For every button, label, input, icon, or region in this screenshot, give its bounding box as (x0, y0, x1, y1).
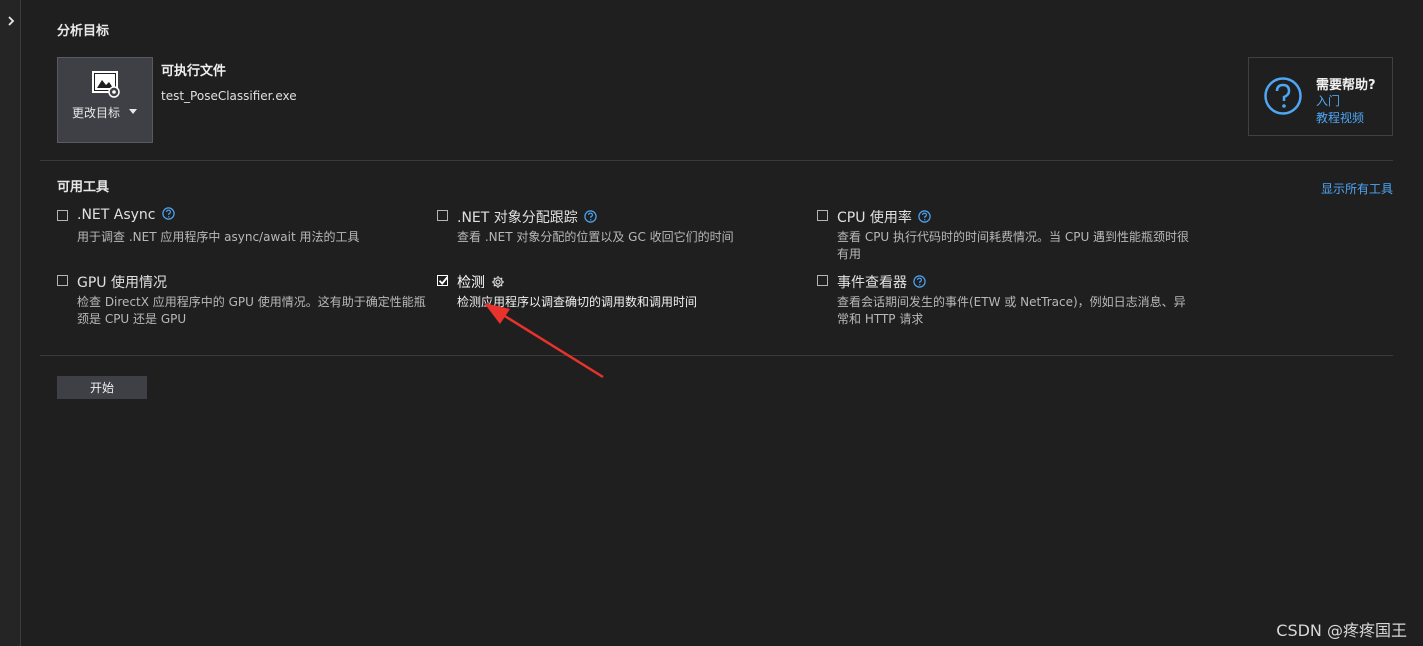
dotnet-object-allocation-checkbox[interactable] (437, 210, 448, 221)
start-button[interactable]: 开始 (57, 376, 147, 399)
help-panel: 需要帮助? 入门 教程视频 (1248, 57, 1393, 136)
left-rail (0, 0, 21, 646)
caret-down-icon (129, 109, 137, 114)
event-viewer-checkbox[interactable] (817, 275, 828, 286)
tool-description: 用于调查 .NET 应用程序中 async/await 用法的工具 (77, 230, 360, 244)
getting-started-link[interactable]: 入门 (1316, 92, 1340, 109)
divider (40, 355, 1393, 356)
tool-description: 查看会话期间发生的事件(ETW 或 NetTrace)，例如日志消息、异常和 H… (837, 295, 1186, 326)
tool-description: 检测应用程序以调查确切的调用数和调用时间 (457, 295, 698, 309)
tool-description: 查看 CPU 执行代码时的时间耗费情况。当 CPU 遇到性能瓶颈时很有用 (837, 230, 1190, 261)
tool-name[interactable]: 检测 (457, 272, 505, 292)
show-all-tools-link[interactable]: 显示所有工具 (1321, 180, 1393, 197)
tool-name[interactable]: 事件查看器 (837, 272, 926, 292)
change-target-label: 更改目标 (72, 106, 121, 120)
change-target-button[interactable]: 更改目标 (57, 57, 153, 143)
tool-description: 查看 .NET 对象分配的位置以及 GC 收回它们的时间 (457, 230, 734, 244)
tool-name-text: .NET Async (77, 207, 156, 223)
checkmark-icon (438, 276, 449, 285)
dotnet-async-checkbox[interactable] (57, 210, 68, 221)
help-icon[interactable] (913, 275, 926, 288)
help-icon[interactable] (918, 210, 931, 223)
chevron-right-icon[interactable] (6, 14, 16, 28)
divider (40, 160, 1393, 161)
tool-name-text: GPU 使用情况 (77, 275, 167, 291)
tool-name[interactable]: CPU 使用率 (837, 207, 931, 227)
tool-name[interactable]: GPU 使用情况 (77, 272, 167, 292)
watermark: CSDN @疼疼国王 (1276, 621, 1407, 640)
tool-name-text: 事件查看器 (837, 275, 907, 291)
help-title: 需要帮助? (1316, 78, 1376, 93)
executable-title: 可执行文件 (161, 64, 227, 79)
gpu-usage-checkbox[interactable] (57, 275, 68, 286)
cpu-usage-checkbox[interactable] (817, 210, 828, 221)
analysis-target-title: 分析目标 (57, 24, 110, 39)
tutorial-videos-link[interactable]: 教程视频 (1316, 109, 1364, 126)
tool-description: 检查 DirectX 应用程序中的 GPU 使用情况。这有助于确定性能瓶颈是 C… (77, 295, 426, 326)
tool-name-text: CPU 使用率 (837, 210, 912, 226)
tool-name[interactable]: .NET Async (77, 207, 175, 223)
target-app-icon (92, 71, 120, 98)
help-icon[interactable] (161, 207, 175, 220)
tool-name-text: .NET 对象分配跟踪 (457, 210, 578, 226)
executable-name: test_PoseClassifier.exe (161, 89, 297, 103)
available-tools-title: 可用工具 (57, 180, 110, 195)
question-circle-icon (1264, 77, 1302, 115)
tool-name[interactable]: .NET 对象分配跟踪 (457, 207, 597, 227)
help-icon[interactable] (584, 210, 597, 223)
tool-name-text: 检测 (457, 275, 485, 291)
instrumentation-checkbox[interactable] (437, 275, 449, 286)
gear-icon[interactable] (491, 275, 505, 289)
